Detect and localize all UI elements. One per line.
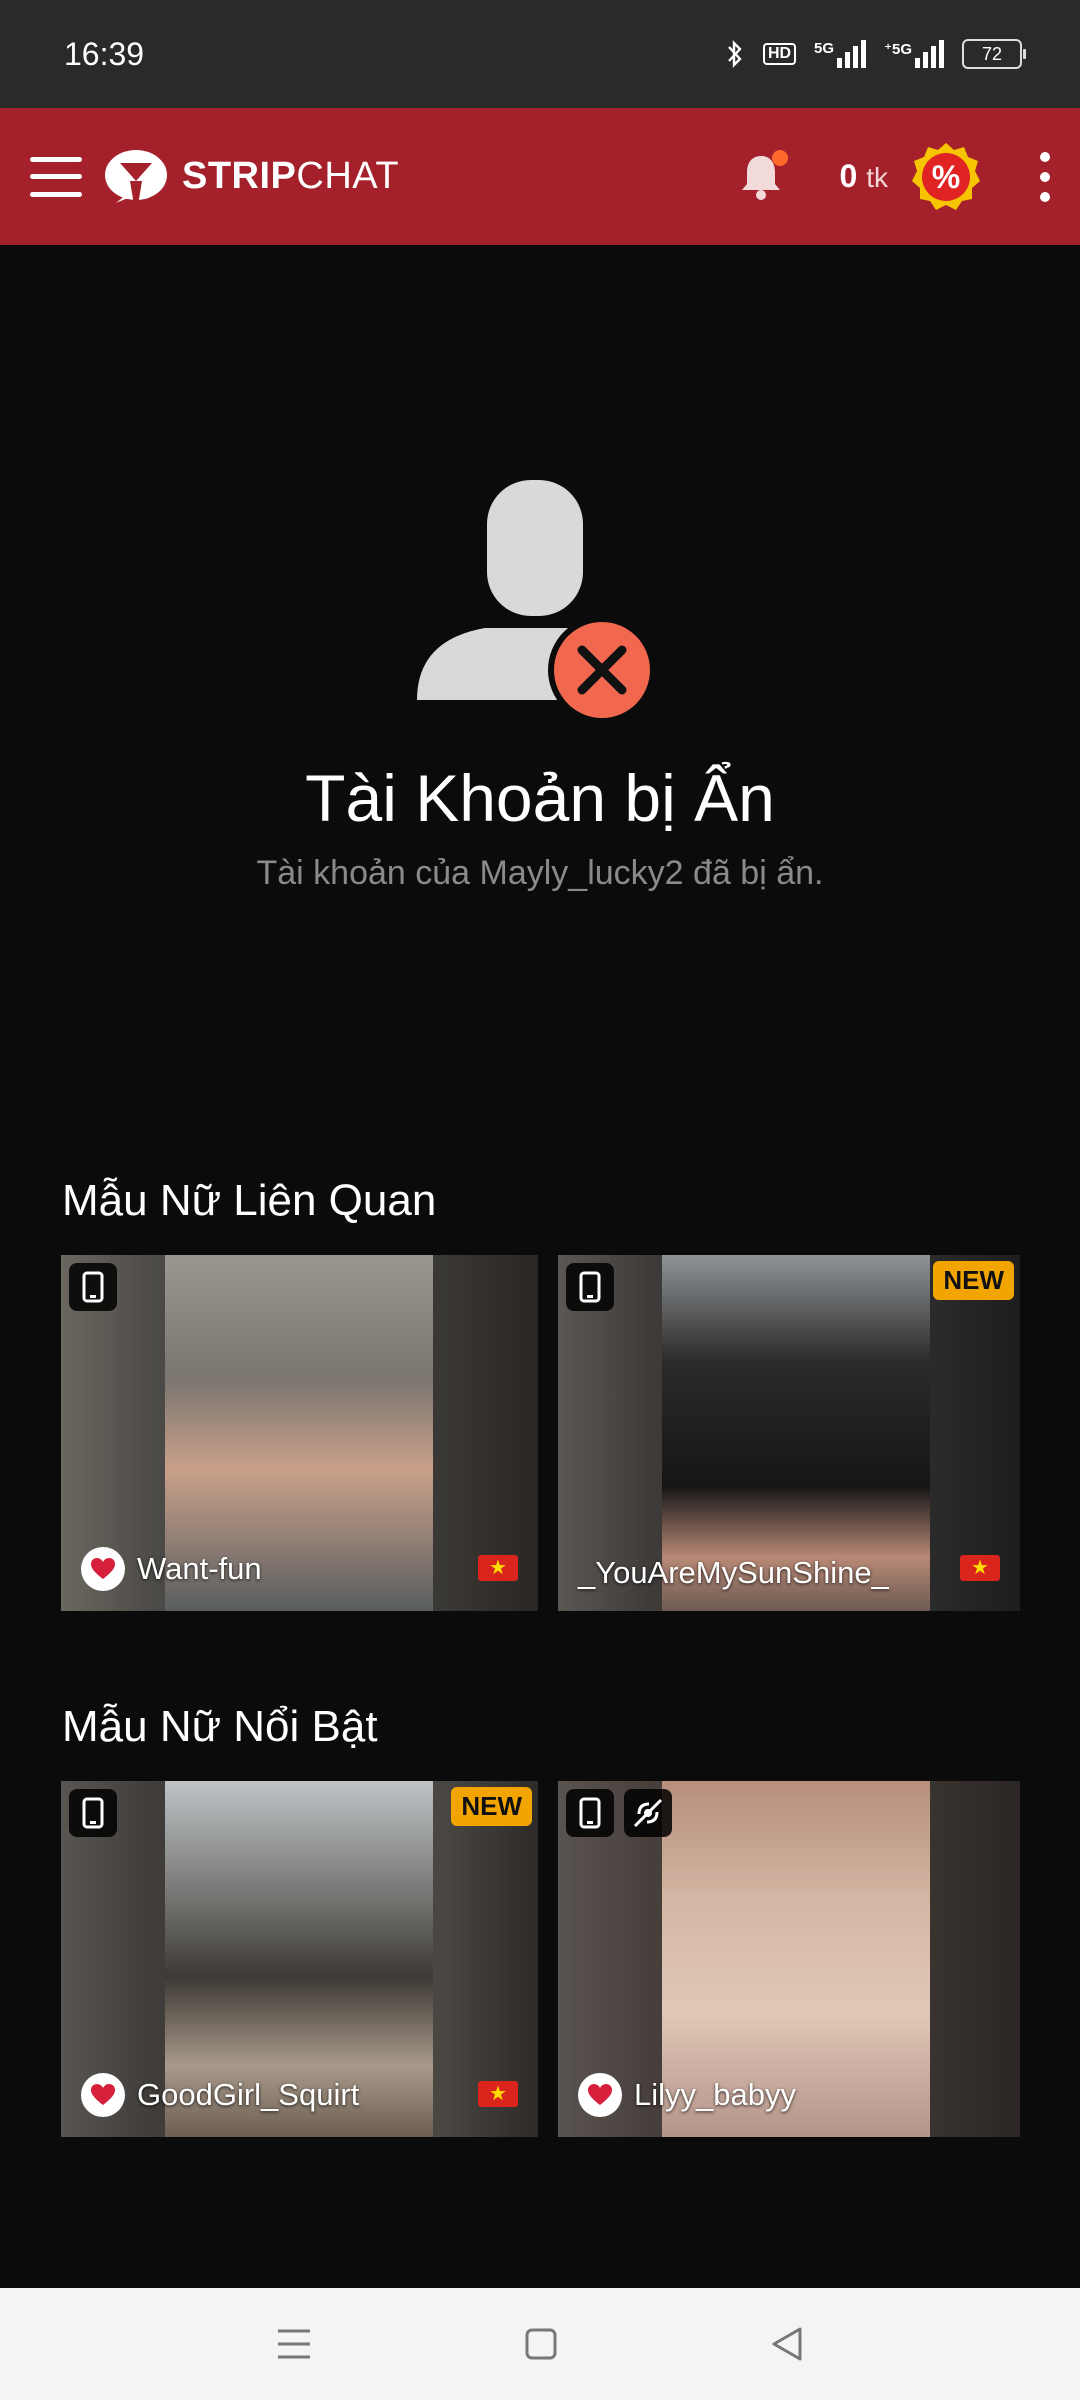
bluetooth-icon <box>728 40 742 68</box>
hd-icon: HD <box>762 43 797 65</box>
token-balance[interactable]: 0 tk <box>840 158 888 195</box>
vietnam-flag-icon: ★ <box>960 1555 1000 1581</box>
recent-apps-icon[interactable] <box>276 2327 312 2361</box>
favorite-heart-icon[interactable] <box>578 2073 622 2117</box>
hidden-account-title: Tài Khoản bị Ẩn <box>305 761 775 835</box>
battery-icon: 72 <box>962 39 1026 69</box>
back-icon[interactable] <box>770 2326 804 2362</box>
status-icons: HD 5G ⁺5G 72 <box>725 39 1026 69</box>
battery-level: 72 <box>981 43 1003 64</box>
interactive-toy-icon <box>624 1789 672 1837</box>
model-name: Want-fun <box>81 1547 262 1591</box>
new-badge: NEW <box>451 1787 532 1826</box>
signal-icon-2: ⁺5G <box>884 40 944 68</box>
featured-models-title: Mẫu Nữ Nổi Bật <box>62 1702 378 1751</box>
favorite-heart-icon[interactable] <box>81 1547 125 1591</box>
mobile-icon <box>566 1789 614 1837</box>
mobile-icon <box>69 1789 117 1837</box>
model-card[interactable]: NEW GoodGirl_Squirt ★ <box>61 1781 538 2137</box>
hidden-account-notice: Tài Khoản bị Ẩn Tài khoản của Mayly_luck… <box>0 470 1080 893</box>
brand-logo[interactable]: STRIPCHAT <box>104 149 399 205</box>
more-options-icon[interactable] <box>1040 151 1050 202</box>
status-bar: 16:39 HD 5G ⁺5G 72 <box>0 0 1080 108</box>
new-badge: NEW <box>933 1261 1014 1300</box>
signal-icon-1: 5G <box>814 40 867 68</box>
logo-icon <box>105 149 167 205</box>
favorite-heart-icon[interactable] <box>81 2073 125 2117</box>
model-card[interactable]: Lilyy_babyy <box>558 1781 1020 2137</box>
app-header: STRIPCHAT 0 tk % <box>0 108 1080 245</box>
svg-text:%: % <box>932 159 960 195</box>
model-name: _YouAreMySunShine_ <box>578 1555 889 1590</box>
mobile-icon <box>69 1263 117 1311</box>
hidden-account-subtitle: Tài khoản của Mayly_lucky2 đã bị ẩn. <box>256 854 824 892</box>
menu-icon[interactable] <box>30 156 82 197</box>
notification-dot <box>771 149 788 166</box>
mobile-icon <box>566 1263 614 1311</box>
notification-bell-icon[interactable] <box>738 149 788 202</box>
related-models-title: Mẫu Nữ Liên Quan <box>62 1176 437 1225</box>
model-name: Lilyy_babyy <box>578 2073 796 2117</box>
status-time: 16:39 <box>64 35 145 72</box>
hidden-user-icon <box>417 480 656 720</box>
system-nav-bar <box>0 2288 1080 2400</box>
model-card[interactable]: NEW _YouAreMySunShine_ ★ <box>558 1255 1020 1611</box>
model-card[interactable]: Want-fun ★ <box>61 1255 538 1611</box>
home-icon[interactable] <box>524 2327 558 2361</box>
vietnam-flag-icon: ★ <box>478 1555 518 1581</box>
model-name: GoodGirl_Squirt <box>81 2073 359 2117</box>
vietnam-flag-icon: ★ <box>478 2081 518 2107</box>
discount-badge-icon[interactable]: % <box>910 141 982 213</box>
